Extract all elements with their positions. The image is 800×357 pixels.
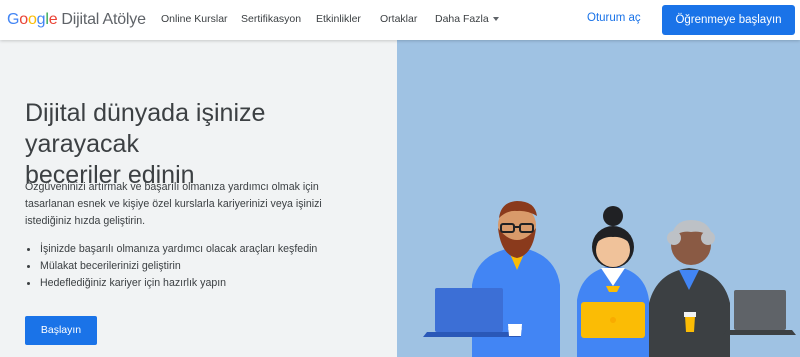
logo-letter: o — [19, 11, 28, 28]
hero-illustration — [397, 40, 800, 357]
laptop-icon — [435, 288, 503, 332]
benefit-list: İşinizde başarılı olmanıza yardımcı olac… — [25, 241, 385, 292]
start-learning-button[interactable]: Öğrenmeye başlayın — [662, 5, 795, 35]
list-item: Mülakat becerilerinizi geliştirin — [25, 258, 385, 275]
google-digital-workshop-logo[interactable]: Google Dijital Atölye — [7, 11, 146, 29]
logo-suffix: Dijital Atölye — [61, 11, 146, 28]
hero-text-panel: Dijital dünyada işinize yarayacak beceri… — [0, 40, 397, 357]
nav-online-courses[interactable]: Online Kurslar — [161, 13, 228, 25]
hero-title: Dijital dünyada işinize yarayacak beceri… — [25, 98, 385, 191]
coffee-cup-lid — [684, 312, 696, 317]
nav-events[interactable]: Etkinlikler — [316, 13, 361, 25]
older-man-figure — [649, 220, 730, 357]
list-item-text: İşinizde başarılı olmanıza yardımcı olac… — [40, 243, 318, 255]
hero-description: Özgüveninizi artırmak ve başarılı olmanı… — [25, 181, 322, 227]
woman-figure — [577, 206, 649, 357]
bullet-icon — [27, 282, 30, 285]
logo-letter: e — [48, 11, 58, 28]
cup-body — [508, 324, 522, 336]
list-item-text: Mülakat becerilerinizi geliştirin — [40, 260, 181, 272]
hero-title-line: Dijital dünyada işinize yarayacak — [25, 99, 266, 158]
list-item: İşinizde başarılı olmanıza yardımcı olac… — [25, 241, 385, 258]
nav-certification[interactable]: Sertifikasyon — [241, 13, 301, 25]
logo-letter: G — [7, 11, 20, 28]
top-nav-bar: Google Dijital Atölye Online Kurslar Sert… — [0, 0, 800, 40]
nav-more-label: Daha Fazla — [435, 13, 489, 25]
bullet-icon — [27, 248, 30, 251]
nav-partners[interactable]: Ortaklar — [380, 13, 417, 25]
laptop-base — [723, 330, 796, 335]
bullet-icon — [27, 265, 30, 268]
sign-in-link[interactable]: Oturum aç — [587, 12, 641, 24]
laptop-base — [423, 332, 521, 337]
nav-more-dropdown[interactable]: Daha Fazla — [435, 13, 499, 25]
logo-letter: o — [27, 11, 37, 28]
list-item: Hedeflediğiniz kariyer için hazırlık yap… — [25, 275, 385, 292]
laptop-icon — [734, 290, 786, 330]
learners-illustration — [423, 201, 796, 357]
chevron-down-icon — [492, 17, 499, 22]
get-started-button[interactable]: Başlayın — [25, 316, 97, 345]
list-item-text: Hedeflediğiniz kariyer için hazırlık yap… — [40, 277, 227, 289]
coffee-cup-icon — [685, 316, 695, 332]
